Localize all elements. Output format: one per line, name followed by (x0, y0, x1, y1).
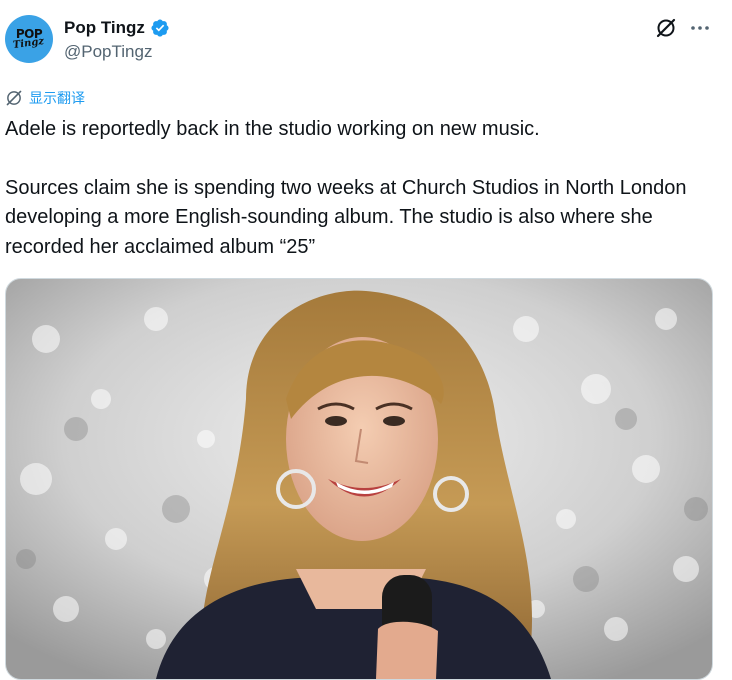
show-translation-label[interactable]: 显示翻译 (29, 88, 85, 108)
avatar[interactable]: POP Tingz (5, 15, 53, 63)
author-handle[interactable]: @PopTingz (64, 42, 152, 62)
more-icon[interactable] (689, 17, 711, 39)
show-translation-link[interactable]: 显示翻译 (5, 88, 85, 108)
tweet-text: Adele is reportedly back in the studio w… (5, 115, 721, 262)
tweet-paragraph-1: Adele is reportedly back in the studio w… (5, 118, 540, 140)
author-display-name[interactable]: Pop Tingz (64, 18, 145, 38)
verified-badge-icon[interactable] (150, 18, 170, 38)
grok-icon[interactable] (655, 17, 677, 39)
tweet-header: POP Tingz Pop Tingz @PopTingz (0, 0, 732, 80)
tweet-media-photo[interactable] (5, 278, 713, 680)
translate-icon (6, 90, 22, 106)
tweet-paragraph-2: Sources claim she is spending two weeks … (5, 176, 687, 258)
avatar-text-tingz: Tingz (12, 35, 46, 52)
author-name-row: Pop Tingz (64, 18, 170, 38)
